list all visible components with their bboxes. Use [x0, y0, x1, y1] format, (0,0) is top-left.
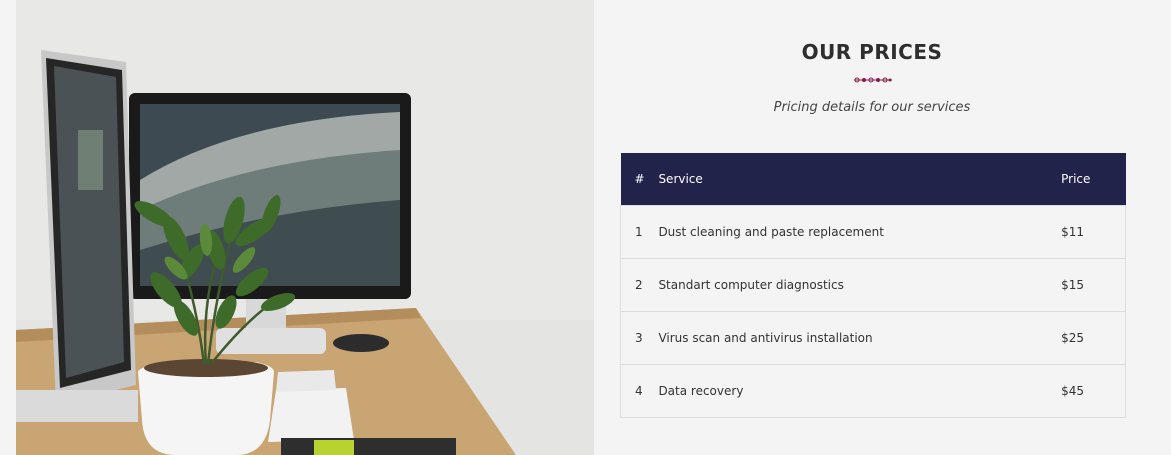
- column-header-number: #: [634, 172, 645, 186]
- table-header-row: # Service Price: [620, 153, 1126, 206]
- row-number: 3: [620, 311, 659, 365]
- section-subtitle: Pricing details for our services: [773, 100, 971, 115]
- table-row: 2 Standart computer diagnostics $15: [620, 258, 1127, 312]
- table-row: 4 Data recovery $45: [620, 364, 1127, 418]
- service-price: $15: [1061, 258, 1127, 312]
- service-name: Data recovery: [658, 364, 1062, 418]
- service-price: $25: [1061, 311, 1127, 365]
- desk-photo: [16, 0, 594, 455]
- prices-section: OUR PRICES Pricing details for our servi…: [0, 0, 1171, 455]
- column-header-price: Price: [1061, 172, 1091, 186]
- pricing-panel: OUR PRICES Pricing details for our servi…: [594, 0, 1171, 455]
- service-price: $11: [1061, 205, 1127, 259]
- title-divider-ornament: [854, 77, 892, 83]
- table-row: 1 Dust cleaning and paste replacement $1…: [620, 205, 1127, 259]
- service-name: Dust cleaning and paste replacement: [658, 205, 1062, 259]
- row-number: 2: [620, 258, 659, 312]
- service-name: Virus scan and antivirus installation: [658, 311, 1062, 365]
- row-number: 1: [620, 205, 659, 259]
- service-name: Standart computer diagnostics: [658, 258, 1062, 312]
- row-number: 4: [620, 364, 659, 418]
- section-title: OUR PRICES: [801, 40, 943, 64]
- column-header-service: Service: [658, 172, 703, 186]
- price-table: # Service Price 1 Dust cleaning and past…: [620, 153, 1127, 418]
- service-price: $45: [1061, 364, 1127, 418]
- table-row: 3 Virus scan and antivirus installation …: [620, 311, 1127, 365]
